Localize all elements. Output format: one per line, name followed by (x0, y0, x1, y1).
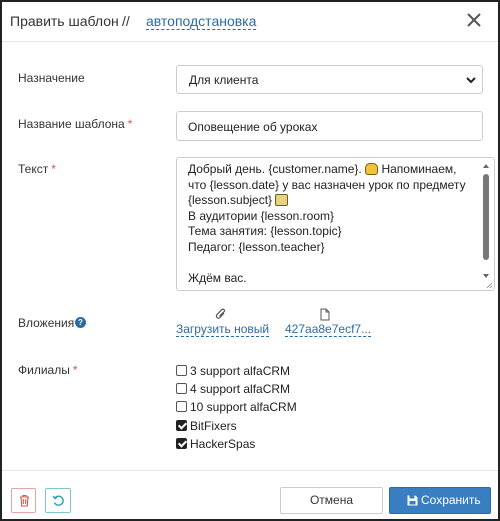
text-line: В аудитории {lesson.room} (188, 208, 335, 223)
text-line: Тема занятия: {lesson.topic} (188, 224, 342, 238)
branch-label: 4 support alfaCRM (190, 382, 291, 396)
text-line: Добрый день. {customer.name}. (188, 162, 362, 176)
branch-label: BitFixers (190, 419, 237, 433)
scrollbar-thumb[interactable] (483, 174, 489, 260)
floppy-disk-icon (407, 495, 418, 506)
attachments-label: Вложения (18, 316, 75, 330)
notebook-emoji-icon (275, 194, 289, 206)
text-line: что {lesson.date} у вас назначен урок по… (188, 177, 466, 192)
template-name-label: Название шаблона * (18, 117, 133, 131)
modal-title: Править шаблон (10, 13, 119, 29)
checkbox[interactable] (176, 401, 187, 412)
required-marker: * (51, 162, 56, 176)
save-button-label: Сохранить (421, 493, 481, 507)
purpose-value: Для клиента (189, 73, 259, 87)
text-label: Текст * (18, 162, 56, 176)
checkbox[interactable] (176, 383, 187, 394)
text-line: {lesson.subject} (188, 193, 273, 207)
title-separator: // (122, 13, 130, 29)
footer-divider (2, 470, 498, 471)
branch-label: 10 support alfaCRM (190, 400, 297, 414)
branch-label: HackerSpas (190, 437, 256, 451)
close-icon (467, 13, 481, 27)
paperclip-icon[interactable] (215, 308, 227, 321)
purpose-select[interactable]: Для клиента (176, 65, 483, 94)
edit-template-modal: Править шаблон // автоподстановка Назнач… (0, 0, 500, 521)
template-name-input[interactable]: Оповещение об уроках (176, 111, 483, 141)
chevron-down-icon (466, 77, 476, 84)
help-icon[interactable]: ? (75, 317, 86, 328)
trash-icon (20, 494, 29, 507)
checkbox-checked[interactable] (176, 438, 187, 449)
save-button[interactable]: Сохранить (389, 487, 491, 514)
branch-label: 3 support alfaCRM (190, 364, 291, 378)
scroll-down-arrow-icon[interactable] (483, 274, 489, 278)
branches-label: Филиалы * (18, 363, 78, 377)
restore-button[interactable] (45, 488, 71, 513)
delete-button[interactable] (11, 488, 36, 513)
text-line: Ждём вас. (188, 270, 247, 285)
checkbox[interactable] (176, 365, 187, 376)
template-name-link[interactable]: автоподстановка (146, 13, 257, 30)
cancel-button[interactable]: Отмена (280, 487, 383, 514)
resize-grip-icon[interactable] (485, 281, 493, 289)
text-line: Педагог: {lesson.teacher} (188, 239, 325, 254)
message-text: Добрый день. {customer.name}. Напоминаем… (188, 162, 468, 286)
undo-icon (52, 495, 64, 506)
close-button[interactable] (464, 10, 484, 30)
template-name-value: Оповещение об уроках (188, 120, 318, 134)
textarea-scrollbar[interactable] (483, 160, 492, 288)
purpose-label: Назначение (18, 71, 85, 85)
scroll-up-arrow-icon[interactable] (483, 164, 489, 168)
file-icon[interactable] (320, 308, 330, 321)
required-marker: * (127, 117, 133, 131)
message-textarea[interactable]: Добрый день. {customer.name}. Напоминаем… (176, 157, 495, 291)
upload-new-link[interactable]: Загрузить новый (176, 322, 270, 337)
checkbox-checked[interactable] (176, 420, 187, 431)
text-line: Напоминаем, (381, 162, 457, 176)
required-marker: * (72, 363, 78, 377)
attached-file-link[interactable]: 427aa8e7ecf7... (285, 322, 372, 337)
modal-header: Править шаблон // автоподстановка (2, 2, 498, 42)
waving-hand-emoji-icon (365, 163, 379, 175)
